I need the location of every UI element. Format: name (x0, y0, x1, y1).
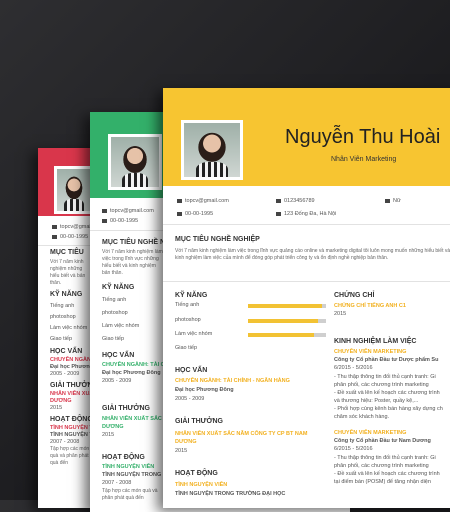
exp-period: 6/2015 - 5/2016 (334, 365, 373, 371)
candidate-name: Nguyễn Thu Hoài (285, 126, 441, 148)
skill-item: Làm việc nhóm (50, 325, 88, 331)
exp-line: - Phối hợp cùng kênh bán hàng xây dựng c… (334, 406, 443, 412)
phone-icon (276, 198, 281, 203)
activities-heading: HOẠT ĐỘNG (50, 416, 93, 423)
skill-label: Tiếng anh (175, 302, 200, 308)
award-year: 2015 (50, 405, 63, 411)
calendar-icon (52, 234, 57, 239)
education-heading: HỌC VẤN (50, 348, 83, 355)
skill-item: Tiếng anh (50, 303, 75, 309)
profile-photo (54, 166, 94, 214)
activity-org: TÌNH NGUYỆN TRONG TRƯỜNG ĐẠI HỌC (175, 491, 286, 497)
skills-heading: KỸ NĂNG (102, 284, 135, 291)
exp-line: và thương hiệu: Poster, quầy kệ,... (334, 398, 419, 404)
education-years: 2005 - 2009 (50, 371, 80, 377)
email-icon (177, 198, 182, 203)
skills-heading: KỸ NĂNG (175, 292, 208, 299)
profile-photo (108, 134, 162, 190)
education-school: Đại học Phương Đông (102, 370, 161, 376)
cert-heading: CHỨNG CHỈ (334, 292, 375, 299)
activities-heading: HOẠT ĐỘNG (175, 470, 218, 477)
activity-years: 2007 - 2008 (50, 439, 80, 445)
skill-label: Làm việc nhóm (175, 331, 213, 337)
awards-heading: GIẢI THƯỞNG (175, 418, 223, 425)
education-heading: HỌC VẤN (102, 352, 135, 359)
exp-company: Công ty Cổ phần Đầu tư Dược phẩm Su (334, 357, 439, 363)
objective-text: Với 7 năm kinh nghiệm những hiểu biết và… (50, 259, 86, 286)
education-major: CHUYÊN NGÀNH: TÀI CHÍNH - NGÂN HÀNG (175, 378, 290, 384)
skill-level-bar (248, 304, 326, 308)
objective-heading: MỤC TIÊU (50, 249, 84, 256)
exp-line: - Thu thập thông tin đối thủ cạnh tranh:… (334, 455, 436, 461)
education-years: 2005 - 2009 (102, 378, 132, 384)
activity-years: 2007 - 2008 (102, 480, 132, 486)
education-school: Đại học Phương Đông (175, 387, 234, 393)
email-icon (102, 208, 107, 213)
skill-item: photoshop (50, 314, 76, 320)
education-heading: HỌC VẤN (175, 367, 208, 374)
objective-text: Với 7 năm kinh nghiệm làm việc trong lĩn… (102, 249, 163, 276)
resume-sheet-yellow: Nguyễn Thu Hoài Nhân Viên Marketing topc… (163, 88, 450, 508)
award-text-cont: DƯƠNG (50, 398, 72, 404)
calendar-icon (177, 211, 182, 216)
skill-item: photoshop (102, 310, 128, 316)
activity-role: TÌNH NGUYỆN VIÊN (102, 464, 155, 470)
award-text: NHÂN VIÊN XUẤT SẮC NĂM CÔNG TY CP BT NAM… (175, 431, 308, 445)
email-icon (52, 224, 57, 229)
exp-role: CHUYÊN VIÊN MARKETING (334, 349, 407, 355)
exp-line: - Đề xuất và lên kế hoạch các chương trì… (334, 390, 440, 396)
address: 123 Đống Đa, Hà Nội (284, 211, 337, 217)
objective-text: Với 7 năm kinh nghiệm làm việc trong lĩn… (175, 248, 450, 261)
skill-level-bar (248, 319, 326, 323)
exp-line: - Thu thập thông tin đối thủ cạnh tranh:… (334, 374, 436, 380)
location-icon (276, 211, 281, 216)
dob: 00-00-1995 (110, 218, 139, 224)
exp-line: phân phối, các chương trình marketing (334, 463, 429, 469)
dob: 00-00-1995 (60, 234, 89, 240)
objective-heading: MỤC TIÊU NGHỀ NGHIỆP (175, 236, 260, 243)
exp-line: phân phối, các chương trình marketing (334, 382, 429, 388)
exp-line: - Đề xuất và lên kế hoạch các chương trì… (334, 471, 440, 477)
skill-label: photoshop (175, 317, 201, 323)
awards-heading: GIẢI THƯỞNG (102, 405, 150, 412)
exp-role: CHUYÊN VIÊN MARKETING (334, 430, 407, 436)
job-title: Nhân Viên Marketing (331, 156, 397, 163)
calendar-icon (102, 218, 107, 223)
award-text-cont: DƯƠNG (102, 424, 124, 430)
dob: 00-00-1995 (185, 211, 214, 217)
exp-line: chăm sóc khách hàng. (334, 414, 390, 420)
exp-period: 6/2015 - 5/2016 (334, 446, 373, 452)
gender: Nữ (393, 198, 401, 204)
activity-org: TÌNH NGUYỆN TRONG (102, 472, 162, 478)
skill-item: Làm việc nhóm (102, 323, 140, 329)
email: topcv@gmail.com (185, 198, 229, 204)
skill-item: Giao tiếp (102, 336, 125, 342)
award-year: 2015 (175, 448, 188, 454)
skill-label: Giao tiếp (175, 345, 198, 351)
profile-photo (181, 120, 243, 180)
exp-line: tại điểm bán (POSM) để tăng nhận diện (334, 479, 431, 485)
skill-level-bar (248, 333, 326, 337)
activities-heading: HOẠT ĐỘNG (102, 454, 145, 461)
skill-item: Giao tiếp (50, 336, 73, 342)
activity-role: TÌNH NGUYỆN VIÊN (175, 482, 228, 488)
phone: 0123456789 (284, 198, 315, 204)
award-year: 2015 (102, 432, 115, 438)
cert-year: 2015 (334, 311, 347, 317)
cert-name: CHỨNG CHỈ TIẾNG ANH C1 (334, 303, 406, 309)
exp-company: Công ty Cổ phần Đầu tư Nam Dương (334, 438, 431, 444)
skills-heading: KỸ NĂNG (50, 291, 83, 298)
experience-heading: KINH NGHIỆM LÀM VIỆC (334, 338, 417, 345)
education-years: 2005 - 2009 (175, 396, 205, 402)
gender-icon (385, 198, 390, 203)
skill-item: Tiếng anh (102, 297, 127, 303)
email: topcv@gmail.com (110, 208, 154, 214)
education-major: CHUYÊN NGÀNH (50, 357, 95, 363)
activity-text: Tập hợp các món quà và phân phát quà đến (50, 446, 90, 466)
